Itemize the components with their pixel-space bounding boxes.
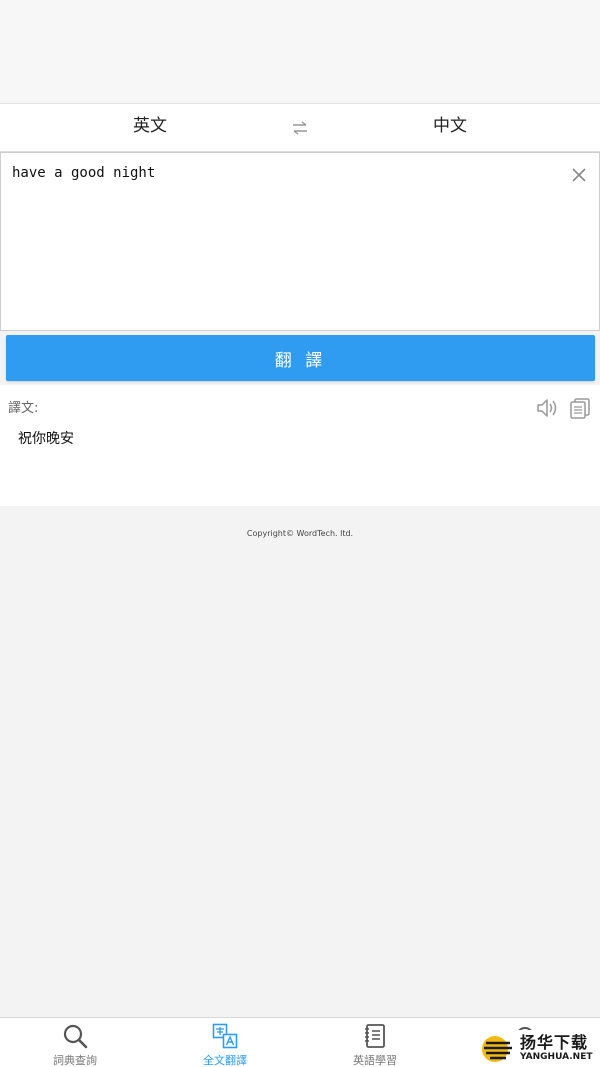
source-text-box [0, 152, 600, 331]
tab-english-learning[interactable]: 英語學習 [300, 1018, 450, 1067]
copy-icon [570, 398, 590, 419]
language-bar: 英文 中文 [0, 104, 600, 152]
result-panel: 譯文: 祝你晚安 [0, 385, 600, 506]
tab-dictionary-label: 詞典查詢 [53, 1054, 97, 1067]
source-text-input[interactable] [12, 163, 552, 323]
speaker-icon [537, 399, 557, 417]
result-text: 祝你晚安 [18, 431, 74, 447]
translate-button[interactable]: 翻 譯 [6, 335, 595, 381]
logo-icon [482, 1035, 512, 1062]
tab-english-learning-label: 英語學習 [353, 1054, 397, 1067]
target-language-button[interactable]: 中文 [350, 104, 550, 151]
tab-full-translation[interactable]: 全文翻譯 [150, 1018, 300, 1067]
tab-dictionary[interactable]: 詞典查詢 [0, 1018, 150, 1067]
close-icon [572, 168, 586, 182]
clear-button[interactable] [567, 163, 591, 187]
swap-icon [293, 120, 307, 135]
top-bar [0, 0, 600, 104]
watermark-cn: 扬华下载 [520, 1033, 589, 1052]
notebook-icon [365, 1024, 385, 1048]
swap-languages-button[interactable] [276, 104, 324, 151]
watermark-en: YANGHUA.NET [520, 1052, 593, 1062]
source-language-button[interactable]: 英文 [50, 104, 250, 151]
watermark-logo: 扬华下载 YANGHUA.NET [476, 1030, 600, 1067]
tab-full-translation-label: 全文翻譯 [203, 1054, 247, 1067]
result-label: 譯文: [8, 401, 39, 416]
copyright-text: Copyright© WordTech. ltd. [246, 529, 354, 538]
translate-icon [212, 1023, 238, 1049]
copy-button[interactable] [569, 397, 591, 419]
search-icon [63, 1024, 88, 1049]
speak-button[interactable] [536, 397, 560, 419]
